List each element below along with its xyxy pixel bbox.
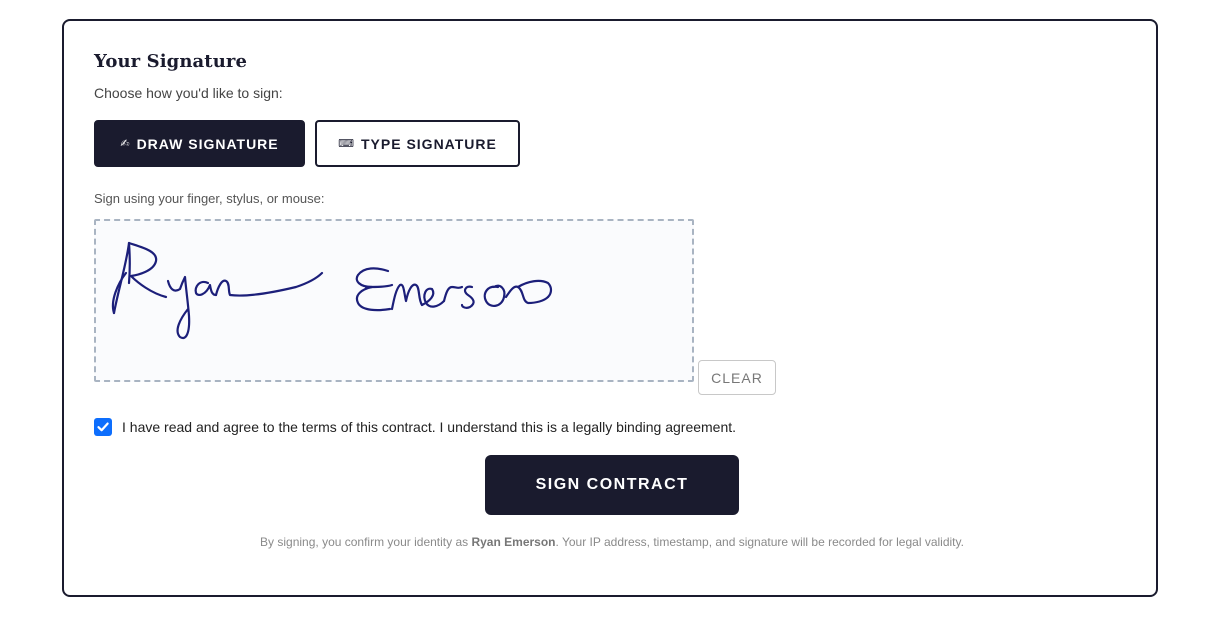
agreement-label: I have read and agree to the terms of th…	[122, 419, 737, 435]
signature-card: Your Signature Choose how you'd like to …	[62, 19, 1158, 597]
signature-drawing	[111, 241, 553, 340]
keyboard-icon: ⌨	[338, 138, 355, 150]
section-title: Your Signature	[94, 51, 248, 72]
sign-contract-button[interactable]: SIGN CONTRACT	[485, 455, 739, 515]
footnote-suffix: . Your IP address, timestamp, and signat…	[555, 535, 964, 549]
type-signature-label: TYPE SIGNATURE	[361, 135, 497, 152]
agree-checkbox[interactable]	[94, 418, 112, 436]
signature-pad[interactable]	[94, 219, 694, 382]
draw-signature-label: DRAW SIGNATURE	[136, 135, 279, 152]
signature-pad-label: Sign using your finger, stylus, or mouse…	[94, 191, 325, 206]
section-subtitle: Choose how you'd like to sign:	[94, 85, 283, 101]
footnote-prefix: By signing, you confirm your identity as	[260, 535, 472, 549]
type-signature-button[interactable]: ⌨ TYPE SIGNATURE	[315, 120, 520, 167]
checkmark-icon	[97, 422, 109, 432]
clear-button[interactable]: CLEAR	[698, 360, 776, 395]
signer-name: Ryan Emerson	[471, 535, 556, 549]
legal-footnote: By signing, you confirm your identity as…	[64, 535, 1160, 549]
writing-hand-icon: ✍	[120, 138, 131, 150]
agreement-row[interactable]: I have read and agree to the terms of th…	[94, 418, 736, 436]
draw-signature-button[interactable]: ✍ DRAW SIGNATURE	[94, 120, 305, 167]
